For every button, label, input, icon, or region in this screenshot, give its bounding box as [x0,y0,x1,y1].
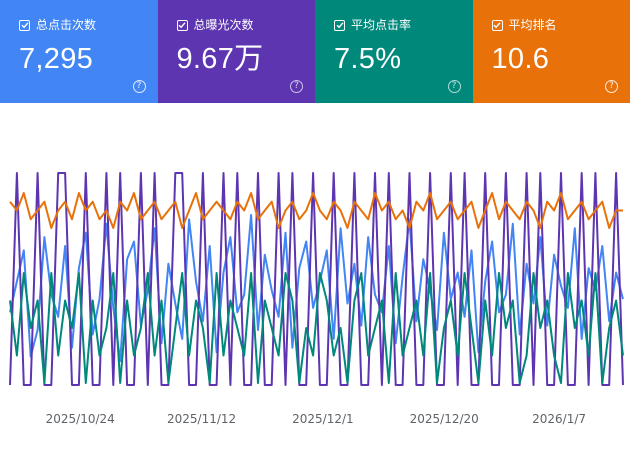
x-tick-label: 2026/1/7 [532,412,586,426]
checkbox-checked-icon[interactable] [491,19,503,31]
checkbox-checked-icon[interactable] [334,19,345,31]
series-line [9,192,623,229]
help-icon[interactable]: ? [605,80,618,93]
x-tick-label: 2025/12/20 [410,412,479,426]
card-label: 平均点击率 [351,18,412,32]
x-tick-label: 2025/11/12 [167,412,236,426]
card-label: 总曝光次数 [193,18,254,32]
metric-cards: 总点击次数 7,295 ? 总曝光次数 9.67万 ? 平均点击率 7.5% ? [0,0,630,103]
card-value: 10.6 [491,43,550,75]
card-header: 平均点击率 [334,18,411,32]
card-value: 9.67万 [176,43,264,75]
card-value: 7.5% [334,43,402,75]
card-label: 平均排名 [508,18,557,32]
card-average-position[interactable]: 平均排名 10.6 ? [472,0,630,103]
card-header: 总曝光次数 [176,18,254,32]
card-average-ctr[interactable]: 平均点击率 7.5% ? [315,0,473,103]
help-icon[interactable]: ? [290,80,303,93]
card-value: 7,295 [19,43,94,75]
x-tick-label: 2025/12/1 [292,412,354,426]
checkbox-checked-icon[interactable] [176,19,188,31]
card-total-impressions[interactable]: 总曝光次数 9.67万 ? [157,0,315,103]
checkbox-checked-icon[interactable] [19,19,30,31]
card-total-clicks[interactable]: 总点击次数 7,295 ? [0,0,158,103]
help-icon[interactable]: ? [447,80,461,93]
help-icon[interactable]: ? [132,80,146,93]
card-label: 总点击次数 [36,18,97,32]
card-header: 总点击次数 [19,18,96,32]
x-tick-label: 2025/10/24 [46,412,115,426]
performance-line-chart[interactable]: 2025/10/24 2025/11/12 2025/12/1 2025/12/20 2… [0,103,630,460]
series-line [9,172,624,386]
card-header: 平均排名 [491,18,557,32]
